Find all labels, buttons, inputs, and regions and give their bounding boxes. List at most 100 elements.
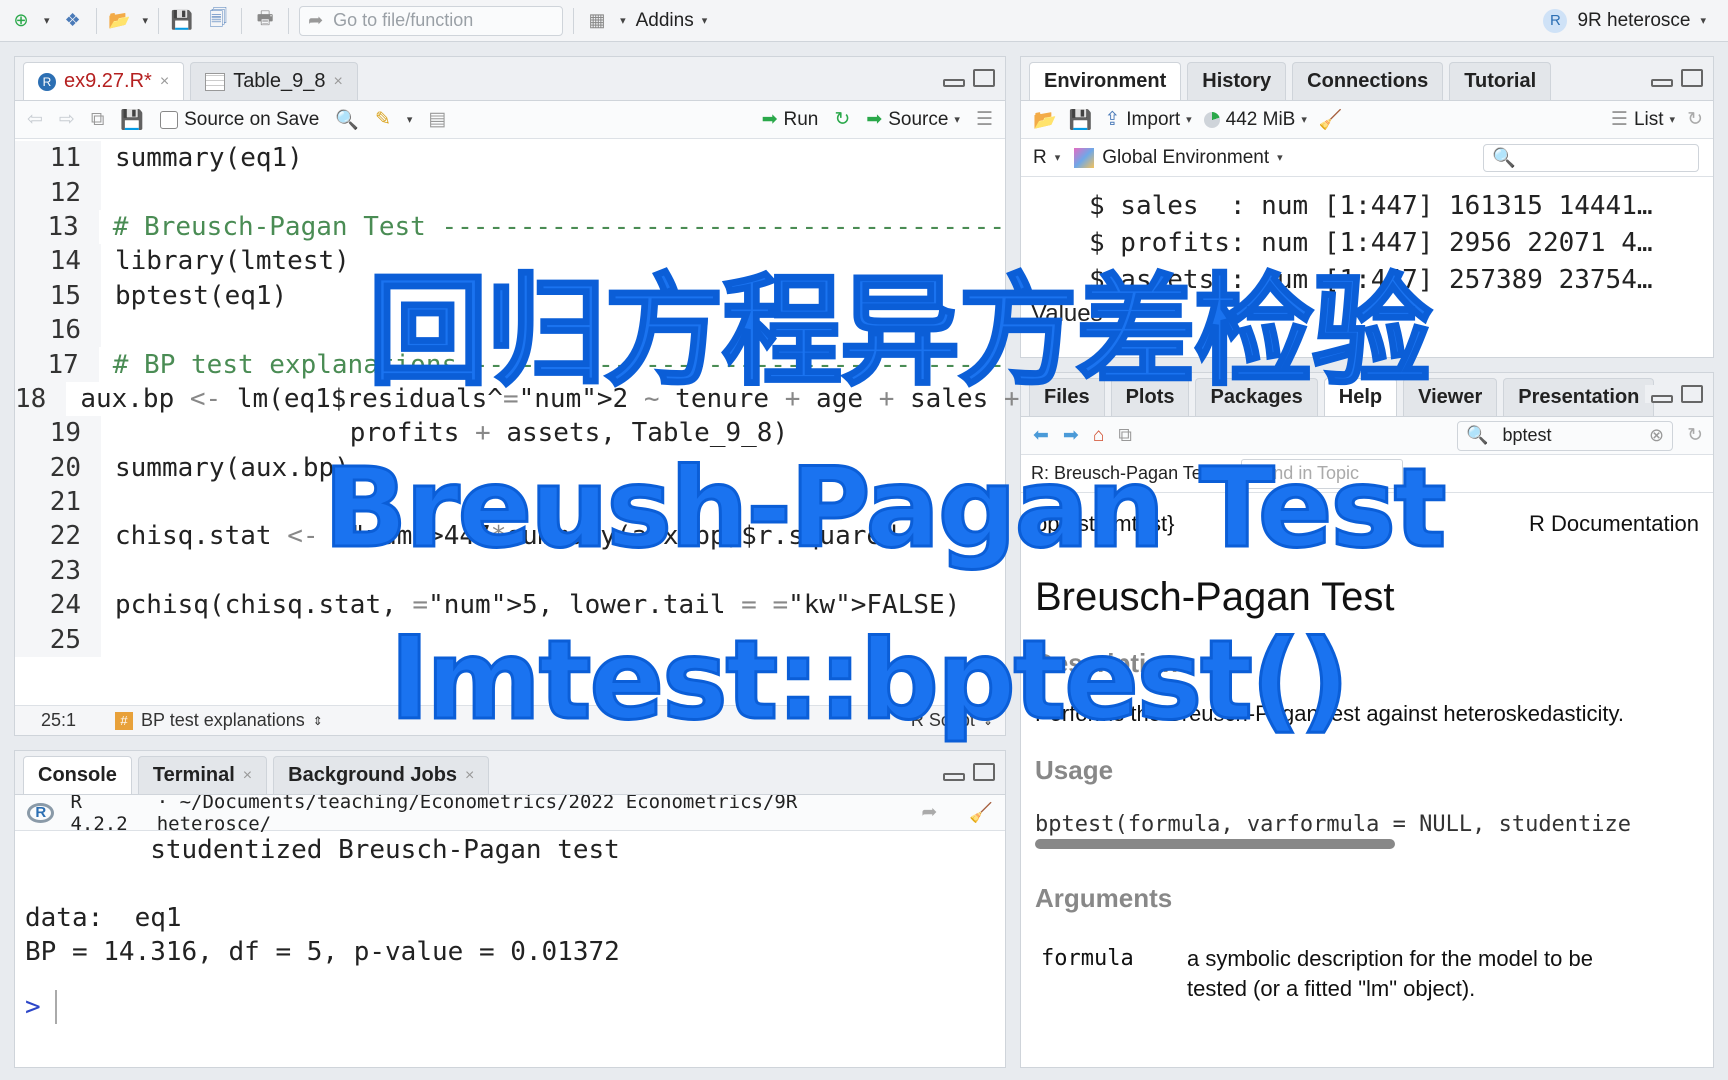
source-button[interactable]: ➡ Source ▾	[866, 108, 960, 131]
view-mode-button[interactable]: ☰ List ▾	[1611, 108, 1675, 131]
new-file-icon[interactable]: ⊕	[8, 8, 34, 34]
code-line[interactable]: 12	[15, 175, 1005, 210]
tab-ex9-27[interactable]: R ex9.27.R* ×	[23, 62, 185, 100]
help-forward-icon[interactable]: ➡	[1063, 424, 1079, 447]
forward-icon[interactable]: ⇨	[59, 108, 75, 131]
memory-usage-button[interactable]: 442 MiB ▾	[1203, 109, 1307, 131]
environment-variable-row[interactable]: $ sales : num [1:447] 161315 14441…	[1021, 187, 1713, 224]
environment-variable-row[interactable]: $ assets : num [1:447] 257389 23754…	[1021, 261, 1713, 298]
open-file-caret[interactable]: ▾	[143, 14, 149, 27]
minimize-icon[interactable]	[1651, 395, 1673, 403]
help-refresh-icon[interactable]: ↻	[1687, 424, 1703, 447]
tab-connections[interactable]: Connections	[1292, 62, 1444, 100]
close-tab-icon[interactable]: ×	[334, 73, 343, 91]
clear-workspace-icon[interactable]: 🧹	[1319, 108, 1343, 132]
tab-tutorial[interactable]: Tutorial	[1449, 62, 1552, 100]
goto-dir-icon[interactable]: ➦	[921, 801, 937, 824]
project-menu[interactable]: R 9R heterosce ▾	[1543, 8, 1706, 33]
environment-variable-row[interactable]: $ profits: num [1:447] 2956 22071 4…	[1021, 224, 1713, 261]
source-on-save-checkbox[interactable]: Source on Save	[160, 109, 319, 131]
save-icon[interactable]: 💾	[169, 8, 195, 34]
save-icon[interactable]: 💾	[120, 108, 144, 132]
maximize-icon[interactable]	[973, 69, 995, 87]
code-editor[interactable]: 11 summary(eq1) 12 13 # Breusch-Pagan Test -…	[15, 141, 1020, 657]
code-line[interactable]: 20 summary(aux.bp)	[15, 450, 1005, 485]
code-line[interactable]: 15 bptest(eq1)	[15, 278, 1005, 313]
file-type-label[interactable]: R Script	[911, 710, 975, 731]
close-tab-icon[interactable]: ×	[243, 767, 252, 785]
clear-console-icon[interactable]: 🧹	[969, 801, 993, 825]
minimize-icon[interactable]	[943, 79, 965, 87]
code-line[interactable]: 17 # BP test explanations ---------------…	[15, 347, 1005, 382]
maximize-icon[interactable]	[1681, 69, 1703, 87]
tab-terminal[interactable]: Terminal ×	[137, 756, 268, 794]
pane-layout-caret[interactable]: ▾	[620, 14, 626, 27]
new-project-icon[interactable]: ❖	[60, 8, 86, 34]
help-popout-icon[interactable]: ⧉	[1118, 425, 1132, 447]
outline-icon[interactable]: ☰	[976, 108, 993, 131]
minimize-icon[interactable]	[943, 773, 965, 781]
section-caret[interactable]: ⇕	[313, 714, 323, 728]
tab-presentation[interactable]: Presentation	[1503, 378, 1655, 416]
help-usage-scrollbar[interactable]	[1035, 839, 1395, 849]
code-line[interactable]: 23	[15, 553, 1005, 589]
new-file-caret[interactable]: ▾	[44, 14, 50, 27]
scope-select[interactable]: Global Environment ▾	[1074, 147, 1283, 169]
maximize-icon[interactable]	[1681, 385, 1703, 403]
clear-search-icon[interactable]: ⊗	[1649, 425, 1664, 446]
code-line[interactable]: 14 library(lmtest)	[15, 244, 1005, 279]
show-in-window-icon[interactable]: ⧉	[91, 109, 105, 131]
language-select[interactable]: R ▾	[1033, 147, 1060, 169]
environment-search-input[interactable]: 🔍	[1483, 143, 1699, 172]
goto-file-function-input[interactable]: ➦ Go to file/function	[299, 5, 564, 36]
open-file-icon[interactable]: 📂	[107, 8, 133, 34]
tab-console[interactable]: Console	[23, 756, 132, 794]
minimize-icon[interactable]	[1651, 79, 1673, 87]
code-line[interactable]: 13 # Breusch-Pagan Test -----------------…	[15, 209, 1005, 245]
import-dataset-button[interactable]: ⇪ Import ▾	[1104, 108, 1191, 131]
addins-menu[interactable]: Addins ▾	[636, 10, 708, 32]
find-in-topic-input[interactable]: Find in Topic	[1241, 458, 1404, 489]
pane-layout-icon[interactable]: ▦	[584, 8, 610, 34]
tab-viewer[interactable]: Viewer	[1403, 378, 1498, 416]
help-home-icon[interactable]: ⌂	[1093, 425, 1104, 447]
print-icon[interactable]: 🖶	[252, 8, 278, 34]
run-button[interactable]: ➡ Run	[762, 108, 819, 131]
code-line[interactable]: 24 pchisq(chisq.stat, ="num">5, lower.tai…	[15, 588, 1005, 623]
maximize-icon[interactable]	[973, 763, 995, 781]
code-line[interactable]: 21	[15, 484, 1005, 520]
tab-packages[interactable]: Packages	[1195, 378, 1318, 416]
file-type-caret[interactable]: ⇕	[983, 714, 993, 728]
compile-report-icon[interactable]: ▤	[428, 108, 446, 131]
save-workspace-icon[interactable]: 💾	[1069, 108, 1093, 132]
close-tab-icon[interactable]: ×	[160, 73, 169, 91]
topic-select[interactable]: R: Breusch-Pagan Test ▾	[1031, 463, 1227, 484]
help-back-icon[interactable]: ⬅	[1033, 424, 1049, 447]
close-tab-icon[interactable]: ×	[465, 767, 474, 785]
tab-table-9-8[interactable]: Table_9_8 ×	[190, 62, 358, 100]
code-tools-caret[interactable]: ▾	[407, 113, 413, 126]
save-all-icon[interactable]: 🗐	[205, 8, 231, 34]
tab-help[interactable]: Help	[1323, 378, 1398, 416]
refresh-icon[interactable]: ↻	[1687, 108, 1703, 131]
code-line[interactable]: 16	[15, 312, 1005, 348]
code-line[interactable]: 22 chisq.stat <- ="num">447*summary(aux.b…	[15, 519, 1005, 554]
tab-background-jobs[interactable]: Background Jobs ×	[273, 756, 490, 794]
code-tools-icon[interactable]: ✎	[375, 108, 391, 131]
code-line[interactable]: 19 profits + assets, Table_9_8)	[15, 416, 1005, 451]
console-prompt-line[interactable]: >	[15, 987, 1005, 1027]
tab-environment[interactable]: Environment	[1029, 62, 1182, 100]
tab-files[interactable]: Files	[1029, 378, 1105, 416]
help-search-input[interactable]: 🔍 bptest ⊗	[1457, 420, 1674, 451]
tab-plots[interactable]: Plots	[1110, 378, 1190, 416]
code-line[interactable]: 25	[15, 622, 1005, 657]
load-workspace-icon[interactable]: 📂	[1033, 108, 1057, 132]
section-jump[interactable]: BP test explanations	[141, 710, 305, 731]
code-line[interactable]: 11 summary(eq1)	[15, 141, 1005, 176]
code-line[interactable]: 18 aux.bp <- lm(eq1$residuals^="num">2 ~ …	[15, 381, 1020, 417]
tab-history[interactable]: History	[1187, 62, 1287, 100]
search-icon[interactable]: 🔍	[335, 108, 359, 132]
console-output[interactable]: studentized Breusch-Pagan test data: eq1 B…	[15, 831, 1005, 969]
rerun-icon[interactable]: ↻	[834, 108, 850, 131]
working-directory-path[interactable]: ~/Documents/teaching/Econometrics/2022 E…	[157, 791, 798, 835]
